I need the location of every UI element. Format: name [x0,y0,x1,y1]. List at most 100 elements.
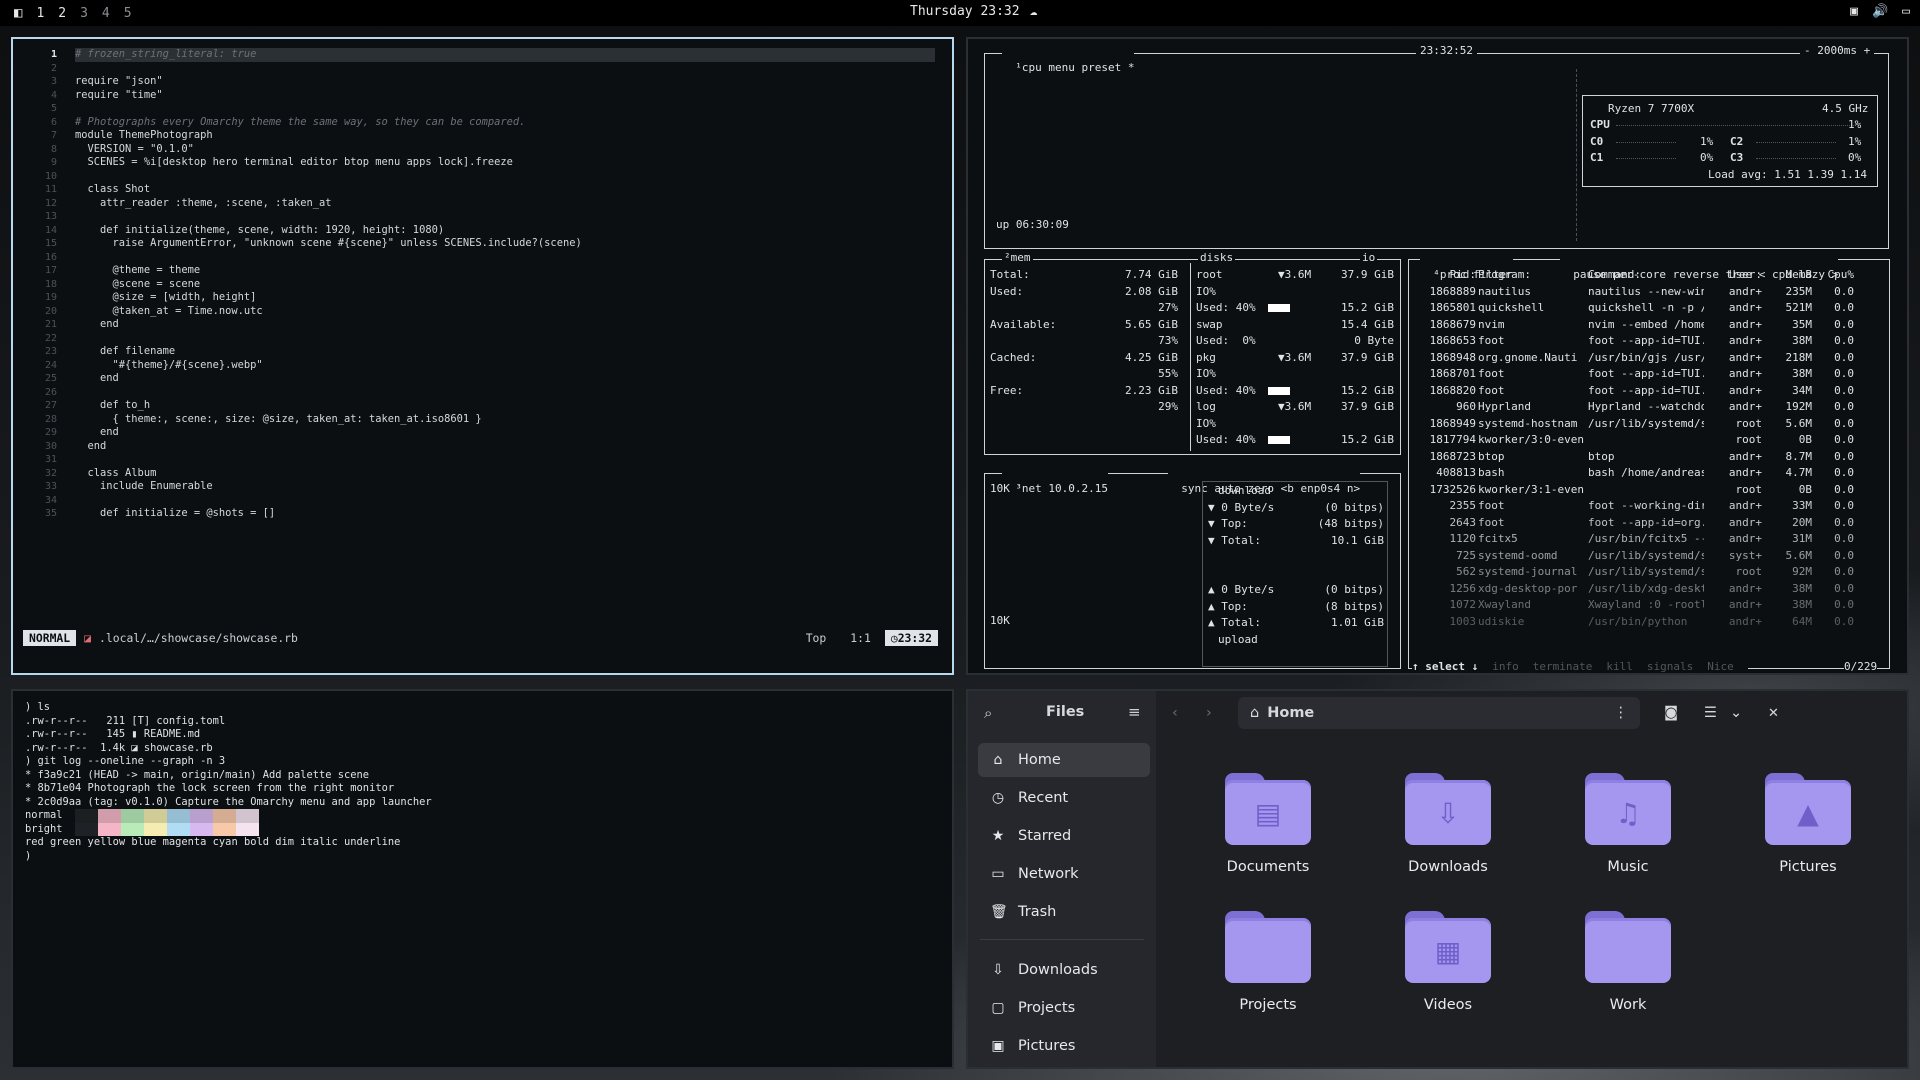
proc-footer-item[interactable]: kill [1606,660,1633,673]
proc-cell: kworker/3:1-even [1478,482,1584,496]
folder-music[interactable]: ♫ Music [1568,773,1688,875]
proc-footer-item[interactable]: info [1492,660,1519,673]
sidebar-item-home[interactable]: ⌂ Home [978,743,1150,777]
preset-tab[interactable]: preset * [1082,61,1135,74]
line-number: 25 [44,373,57,384]
mem-label: Total: [990,268,1030,281]
proc-cell: org.gnome.Nauti [1478,350,1578,364]
workspace-2[interactable]: 2 [58,6,66,21]
proc-footer-item[interactable]: Nice [1707,660,1734,673]
btop-time: 23:32:52 [1416,43,1477,60]
io-title[interactable]: io [1360,250,1378,267]
view-list-icon[interactable]: ☰ [1704,705,1717,721]
files-sidebar: ⌕ Files ≡ ⌂ Home ◷ Recent ★ Starred ▭ Network 🗑 T… [968,691,1156,1067]
close-icon[interactable]: ✕ [1768,706,1779,721]
workspace-5[interactable]: 5 [124,6,132,21]
volume-icon[interactable]: 🔊 [1872,4,1888,19]
cpu-tab[interactable]: ¹cpu [1015,61,1042,74]
proc-cell: 2355 [1449,499,1477,512]
proc-cell: 1817794 [1429,433,1476,446]
proc-cell: andr+ [1728,515,1762,529]
sidebar-item-projects[interactable]: ▢ Projects [978,991,1150,1025]
menu-icon[interactable]: ◧ [14,5,22,21]
net-scale-top: 10K [990,482,1010,495]
screen-record-icon[interactable]: ▣ [1850,4,1858,19]
proc-footer-item[interactable]: terminate [1533,660,1593,673]
sidebar-item-pictures[interactable]: ▣ Pictures [978,1029,1150,1063]
sidebar-item-icon: ★ [991,828,1005,844]
folder-videos[interactable]: ▦ Videos [1388,911,1508,1013]
refresh-rate[interactable]: - 2000ms + [1800,43,1875,60]
sidebar-item-trash[interactable]: 🗑 Trash [978,895,1150,929]
back-icon[interactable]: ‹ [1172,705,1178,721]
files-window[interactable]: ⌕ Files ≡ ⌂ Home ◷ Recent ★ Starred ▭ Network 🗑 T… [966,689,1909,1069]
menu-tab[interactable]: menu [1048,61,1075,74]
display-icon[interactable]: ▭ [1902,4,1910,19]
workspace-list: 1 2 3 4 5 [36,6,131,21]
line-number: 16 [44,251,57,263]
workspace-4[interactable]: 4 [102,6,110,21]
folder-projects[interactable]: Projects [1208,911,1328,1013]
folder-downloads[interactable]: ⇩ Downloads [1388,773,1508,875]
proc-cell: 38M [1792,367,1812,380]
screenshot-icon[interactable]: ◙ [1664,705,1678,721]
line-number: 7 [50,130,57,141]
proc-footer-item[interactable]: signals [1647,660,1693,673]
proc-footer: ↑ select ↓ info terminate kill signals Nice [1412,659,1748,673]
location-menu-icon[interactable]: ⋮ [1614,705,1629,721]
proc-cell: 0.0 [1834,581,1854,595]
sidebar-item-network[interactable]: ▭ Network [978,857,1150,891]
net-up-label: upload [1218,632,1258,646]
workspace-1[interactable]: 1 [36,6,44,21]
btop-window[interactable]: ¹cpu menu preset * 23:32:52 - 2000ms + R… [966,37,1909,675]
folder-glyph-icon: ⇩ [1436,797,1460,830]
palette-swatch [190,822,213,836]
proc-cell: 0.0 [1834,284,1854,298]
sidebar-item-starred[interactable]: ★ Starred [978,819,1150,853]
folder-icon: ♫ [1585,773,1671,845]
folder-pictures[interactable]: ▲ Pictures [1748,773,1868,875]
editor-window[interactable]: 1 # frozen_string_literal: true 2 3 require … [11,37,954,675]
cpu-graph [1616,141,1676,143]
proc-cell: nautilus [1478,284,1531,298]
proc-cell: 0.0 [1834,499,1854,512]
disk-io: ▼3.6M [1278,268,1312,281]
mem-title[interactable]: ²mem [1002,250,1033,267]
net-title[interactable]: ³net [1015,482,1042,495]
mem-value: 73% [1158,334,1178,347]
disk-label: IO% [1196,367,1216,380]
forward-icon[interactable]: › [1206,705,1212,721]
proc-cell: 0.0 [1834,532,1854,545]
folder-work[interactable]: Work [1568,911,1688,1013]
workspace-3[interactable]: 3 [80,6,88,21]
folder-glyph-icon: ▦ [1434,935,1462,968]
proc-cell: 4.7M [1785,466,1813,479]
view-options-icon[interactable]: ⌄ [1730,705,1742,721]
shell-window[interactable]: ) ls .rw-r--r-- 211 [T] config.toml .rw-r-… [11,689,954,1069]
proc-cell: nvim --embed /home [1588,317,1704,331]
mem-value: 5.65 GiB [1125,317,1178,331]
sidebar-item-recent[interactable]: ◷ Recent [978,781,1150,815]
sidebar-item-downloads[interactable]: ⇩ Downloads [978,953,1150,987]
location-bar[interactable]: ⌂ Home ⋮ [1238,697,1640,729]
proc-cell: root [1735,482,1763,496]
file-path: .local/…/showcase/showcase.rb [99,630,298,645]
proc-cell: Hyprland --watchdo [1588,400,1704,413]
line-number: 35 [44,508,57,519]
cpu-label-b: C3 [1730,151,1744,164]
mem-label: Cached: [990,350,1037,364]
clock[interactable]: Thursday 23:32 ☁ [910,4,1037,19]
line-number: 6 [50,116,57,128]
disks-title[interactable]: disks [1198,250,1236,267]
proc-cell: systemd-hostnam [1478,416,1578,430]
folder-documents[interactable]: ▤ Documents [1208,773,1328,875]
proc-footer-item[interactable]: ↑ select ↓ [1412,660,1478,673]
line-number: 30 [44,440,57,452]
files-headerbar: ‹ › ⌂ Home ⋮ ◙ ☰ ⌄ ✕ [968,691,1907,735]
shell-line: ) git log --oneline --graph -n 3 [25,755,226,767]
proc-col-header: Command: [1588,268,1641,281]
net-down-label: ▼ 0 Byte/s [1208,500,1275,514]
code-line: end [75,318,119,330]
sidebar-item-label: Network [1018,866,1079,882]
net-up-value: (0 bitps) [1324,583,1384,596]
